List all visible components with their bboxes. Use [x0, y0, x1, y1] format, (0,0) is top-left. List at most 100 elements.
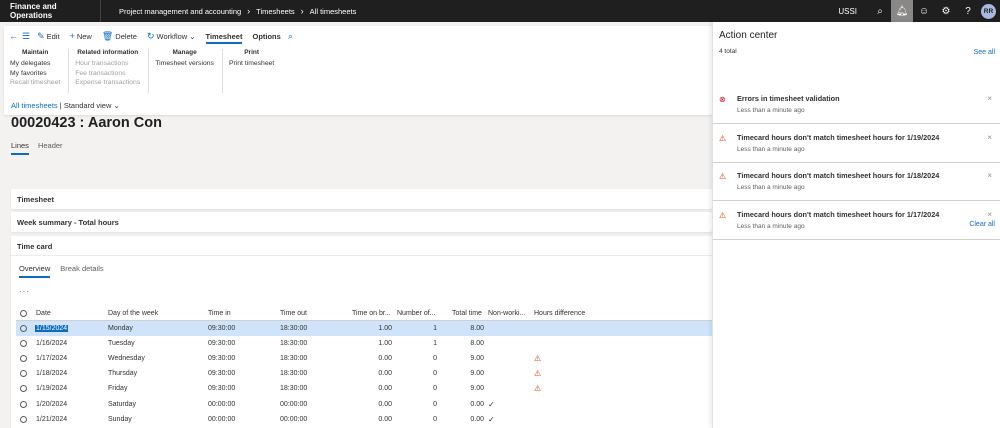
expense-transactions-button[interactable]: Expense transactions	[75, 78, 140, 88]
my-favorites-button[interactable]: My favorites	[10, 69, 60, 79]
row-select-radio[interactable]	[20, 400, 27, 408]
recall-timesheet-button[interactable]: Recall timesheet	[10, 78, 60, 88]
warning-icon: ⚠	[719, 210, 727, 220]
new-button[interactable]: + New	[67, 31, 95, 41]
hour-transactions-button[interactable]: Hour transactions	[75, 59, 140, 69]
breadcrumb-module[interactable]: Project management and accounting	[119, 7, 241, 16]
search-icon[interactable]: ⌕	[288, 31, 293, 42]
table-row[interactable]: 1/16/2024 Tuesday 09:30:00 18:30:00 1.00 1 8.0…	[16, 336, 712, 351]
group-title: Maintain	[21, 49, 49, 56]
see-all-link[interactable]: See all	[974, 49, 995, 56]
warning-icon[interactable]: ⚠	[534, 369, 541, 378]
close-icon[interactable]: ×	[987, 210, 992, 219]
tab-header[interactable]: Header	[38, 141, 63, 155]
cell-time-in: 09:30:00	[208, 355, 236, 363]
row-select-radio[interactable]	[20, 370, 27, 378]
column-non-working[interactable]: Non-worki...	[488, 310, 525, 317]
timesheet-versions-button[interactable]: Timesheet versions	[155, 59, 214, 69]
column-time-on-break[interactable]: Time on br...	[352, 310, 391, 317]
cell-date[interactable]: 1/15/2024	[35, 324, 69, 332]
my-delegates-button[interactable]: My delegates	[10, 59, 60, 69]
column-time-in[interactable]: Time in	[208, 310, 231, 317]
app-name[interactable]: Finance and Operations	[0, 0, 101, 22]
table-row[interactable]: 1/19/2024 Friday 09:30:00 18:30:00 0.00 0 9.00…	[16, 382, 712, 397]
notification-item[interactable]: ⚠ Timecard hours don't match timesheet ho…	[713, 163, 1000, 201]
cell-total-time: 9.00	[470, 370, 484, 378]
warning-icon: ⚠	[719, 172, 727, 181]
notification-bell-icon[interactable]: 🔔︎	[891, 0, 913, 22]
warning-icon[interactable]: ⚠	[534, 354, 541, 363]
back-arrow-icon[interactable]: ←	[9, 31, 18, 41]
notification-message: Timecard hours don't match timesheet hou…	[737, 171, 940, 180]
tab-timesheet[interactable]: Timesheet	[203, 26, 246, 46]
clear-all-link[interactable]: Clear all	[969, 221, 995, 228]
table-row[interactable]: 1/18/2024 Thursday 09:30:00 18:30:00 0.00 0 9.…	[16, 367, 712, 382]
row-select-radio[interactable]	[20, 415, 27, 423]
time-card-section: Time card Overview Break details ··· Dat…	[11, 236, 712, 428]
fasttab-week-summary[interactable]: Week summary - Total hours	[11, 212, 712, 232]
warning-icon[interactable]: ⚠	[534, 384, 541, 393]
cell-total-time: 8.00	[470, 324, 484, 332]
notification-item[interactable]: ⚠ Timecard hours don't match timesheet ho…	[713, 125, 1000, 163]
smiley-feedback-icon[interactable]: ☺	[913, 0, 935, 22]
group-maintain: Maintain My delegates My favorites Recal…	[10, 49, 70, 93]
warning-icon: ⚠	[719, 133, 727, 143]
delete-button[interactable]: 🗑︎ Delete	[99, 31, 140, 42]
group-manage: Manage Timesheet versions	[155, 49, 223, 93]
all-timesheets-link[interactable]: All timesheets	[11, 101, 58, 110]
notification-item[interactable]: ⚠ Timecard hours don't match timesheet ho…	[713, 202, 1000, 240]
row-select-radio[interactable]	[20, 324, 27, 332]
column-total-time[interactable]: Total time	[452, 310, 482, 317]
cell-time-out: 00:00:00	[280, 400, 308, 408]
print-timesheet-button[interactable]: Print timesheet	[229, 59, 274, 69]
column-hours-difference[interactable]: Hours difference	[534, 310, 585, 317]
tab-lines[interactable]: Lines	[11, 141, 29, 155]
column-date[interactable]: Date	[36, 310, 51, 317]
search-icon[interactable]: ⌕	[869, 0, 891, 22]
top-right-controls: USSI ⌕ 🔔︎ ☺ ⚙ ? RR	[838, 0, 1000, 22]
fasttab-time-card[interactable]: Time card	[11, 236, 712, 256]
row-select-radio[interactable]	[20, 355, 27, 363]
edit-button[interactable]: ✎ Edit	[34, 31, 62, 42]
page-title: 00020423 : Aaron Con	[11, 115, 162, 131]
group-title: Related information	[77, 49, 139, 56]
close-icon[interactable]: ×	[987, 94, 992, 103]
column-day[interactable]: Day of the week	[108, 310, 158, 317]
close-icon[interactable]: ×	[987, 133, 992, 142]
menu-lines-icon[interactable]: ☰	[22, 31, 30, 42]
cell-day: Sunday	[108, 415, 132, 423]
tab-options[interactable]: Options	[249, 26, 283, 46]
view-selector[interactable]: Standard view	[64, 101, 112, 110]
tab-overview[interactable]: Overview	[19, 264, 51, 278]
help-icon[interactable]: ?	[957, 0, 979, 22]
notification-message: Timecard hours don't match timesheet hou…	[737, 209, 940, 219]
chevron-down-icon[interactable]: ⌄	[113, 101, 119, 110]
select-all-radio[interactable]	[20, 309, 27, 317]
fee-transactions-button[interactable]: Fee transactions	[75, 69, 140, 79]
table-row[interactable]: 1/15/2024 Monday 09:30:00 18:30:00 1.00 1 8.00	[16, 321, 712, 337]
table-row[interactable]: 1/21/2024 Sunday 00:00:00 00:00:00 0.00 0 0.00…	[16, 412, 712, 427]
column-time-out[interactable]: Time out	[280, 310, 307, 317]
company-picker[interactable]: USSI	[838, 7, 857, 16]
row-select-radio[interactable]	[20, 339, 27, 347]
cell-time-in: 09:30:00	[208, 339, 236, 347]
page-tabs: Lines Header	[11, 141, 63, 155]
notification-item[interactable]: ⊗ Errors in timesheet validation Less than…	[713, 86, 1000, 124]
table-row[interactable]: 1/20/2024 Saturday 00:00:00 00:00:00 0.00 0 0.…	[16, 397, 712, 412]
table-row[interactable]: 1/17/2024 Wednesday 09:30:00 18:30:00 0.00 0 9…	[16, 352, 712, 367]
tab-break-details[interactable]: Break details	[60, 264, 103, 278]
workflow-button[interactable]: ↻ Workflow ⌄	[144, 31, 199, 42]
column-number-of[interactable]: Number of...	[397, 310, 436, 317]
breadcrumb-all-timesheets[interactable]: All timesheets	[310, 7, 357, 16]
cell-time-in: 00:00:00	[208, 415, 236, 423]
avatar[interactable]: RR	[981, 3, 996, 19]
close-icon[interactable]: ×	[987, 171, 992, 180]
group-print: Print Print timesheet	[229, 49, 282, 93]
row-select-radio[interactable]	[20, 385, 27, 393]
cell-day: Tuesday	[108, 339, 135, 347]
gear-icon[interactable]: ⚙	[935, 0, 957, 22]
time-card-tabs: Overview Break details	[11, 256, 712, 278]
breadcrumb-timesheets[interactable]: Timesheets	[256, 7, 295, 16]
more-options-icon[interactable]: ···	[19, 287, 30, 296]
fasttab-timesheet[interactable]: Timesheet	[11, 189, 712, 209]
